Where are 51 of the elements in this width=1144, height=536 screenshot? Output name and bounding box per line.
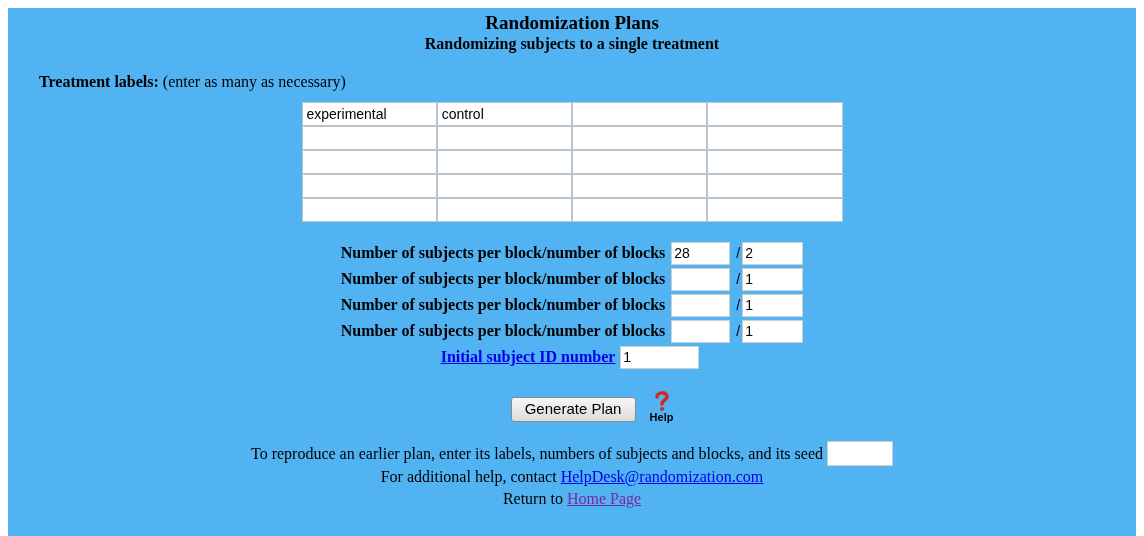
- return-text: Return to: [502, 489, 563, 509]
- question-mark-icon[interactable]: [652, 391, 671, 411]
- treatment-label-field[interactable]: [301, 198, 437, 222]
- subjects-per-block-field[interactable]: 28: [671, 241, 731, 265]
- generate-plan-button[interactable]: Generate Plan: [510, 397, 636, 422]
- treatment-labels-note: (enter as many as necessary): [162, 72, 346, 92]
- initial-id-link[interactable]: Initial subject ID number: [440, 345, 616, 369]
- treatment-label-field[interactable]: [707, 174, 843, 198]
- initial-id-field[interactable]: 1: [620, 345, 700, 369]
- treatment-label-field[interactable]: [707, 150, 843, 174]
- page-title: Randomization Plans: [485, 12, 659, 34]
- separator-slash: /: [736, 243, 741, 263]
- treatment-label-field[interactable]: [572, 174, 708, 198]
- treatment-label-field[interactable]: [707, 198, 843, 222]
- separator-slash: /: [736, 321, 741, 341]
- treatment-label-field[interactable]: [572, 150, 708, 174]
- subjects-per-block-field[interactable]: [671, 267, 731, 291]
- block-row-label: Number of subjects per block/number of blocks: [340, 321, 666, 342]
- page-subtitle: Randomizing subjects to a single treatment: [424, 34, 720, 54]
- treatment-label-field[interactable]: [436, 126, 572, 150]
- seed-prompt: To reproduce an earlier plan, enter its labels, numbers of subjects and blocks, and its seed: [251, 443, 823, 465]
- contact-text: For additional help, contact: [380, 467, 557, 488]
- treatment-label-field[interactable]: [707, 126, 843, 150]
- number-of-blocks-field[interactable]: 1: [742, 293, 804, 317]
- number-of-blocks-field[interactable]: 1: [742, 319, 804, 343]
- subjects-per-block-field[interactable]: [671, 293, 731, 317]
- treatment-label-field[interactable]: experimental: [301, 102, 437, 126]
- subjects-per-block-field[interactable]: [671, 319, 731, 343]
- treatment-label-field[interactable]: [572, 102, 708, 126]
- seed-field[interactable]: [827, 441, 893, 466]
- treatment-label-field[interactable]: [436, 150, 572, 174]
- treatment-label-field[interactable]: [301, 150, 437, 174]
- separator-slash: /: [736, 269, 741, 289]
- treatment-label-field[interactable]: control: [436, 102, 572, 126]
- treatment-label-field[interactable]: [707, 102, 843, 126]
- separator-slash: /: [736, 295, 741, 315]
- number-of-blocks-field[interactable]: 2: [742, 241, 804, 265]
- helpdesk-email-link[interactable]: HelpDesk@randomization.com: [560, 466, 764, 488]
- number-of-blocks-field[interactable]: 1: [742, 267, 804, 291]
- treatment-label-field[interactable]: [572, 198, 708, 222]
- treatment-labels-heading: Treatment labels:: [39, 72, 159, 92]
- block-row-label: Number of subjects per block/number of blocks: [340, 243, 666, 264]
- block-row-label: Number of subjects per block/number of blocks: [340, 295, 666, 316]
- treatment-label-field[interactable]: [301, 174, 437, 198]
- home-page-link[interactable]: Home Page: [566, 488, 642, 510]
- treatment-label-field[interactable]: [436, 174, 572, 198]
- treatment-label-field[interactable]: [436, 198, 572, 222]
- block-row-label: Number of subjects per block/number of blocks: [340, 269, 666, 290]
- treatment-label-field[interactable]: [572, 126, 708, 150]
- help-label[interactable]: Help: [649, 411, 674, 423]
- treatment-label-field[interactable]: [301, 126, 437, 150]
